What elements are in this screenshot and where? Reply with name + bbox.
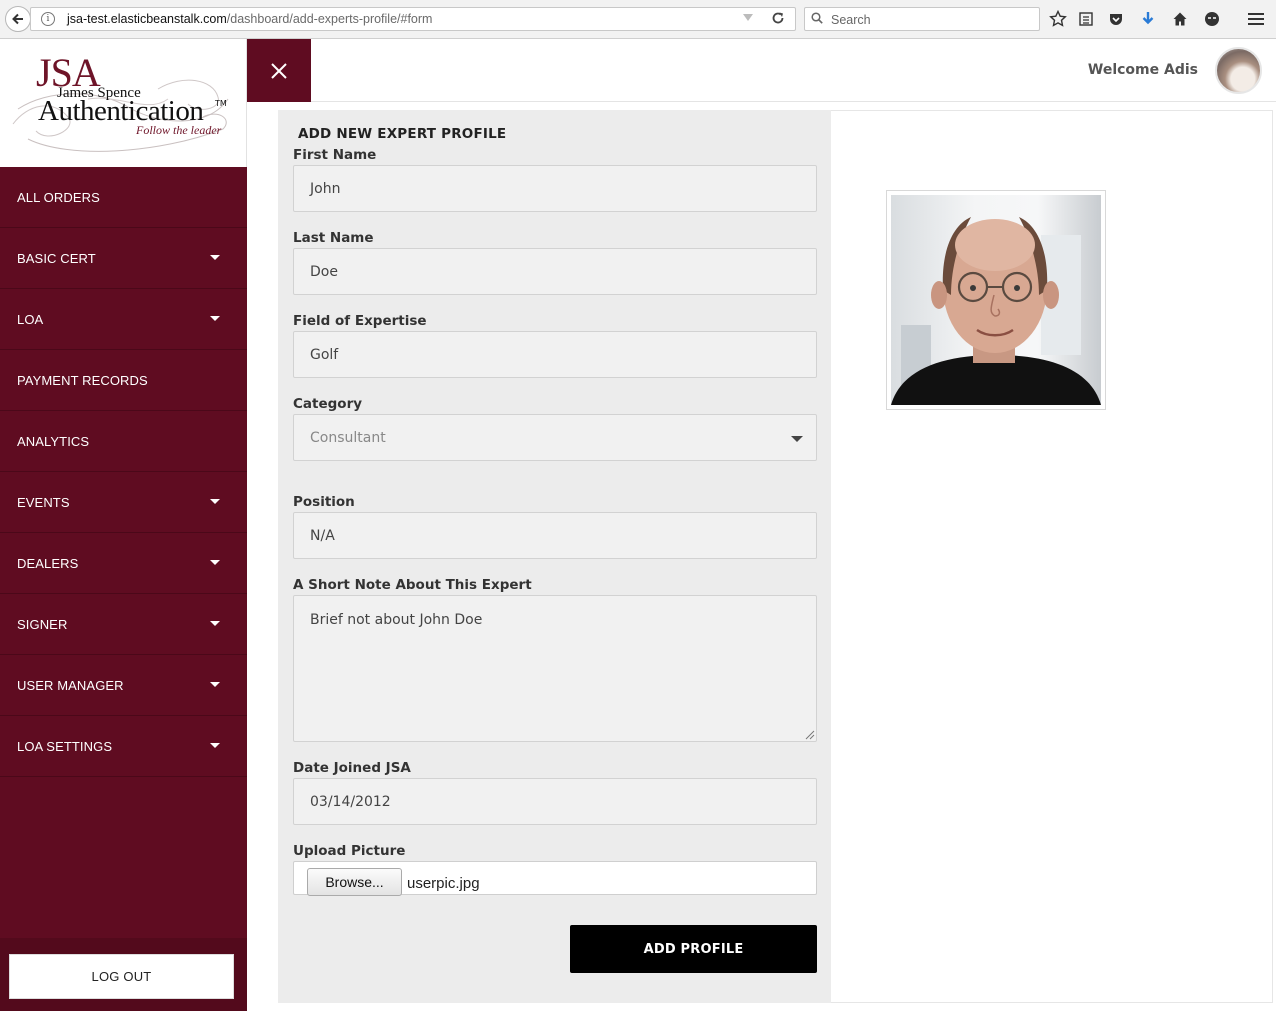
sidebar-item-label: LOA SETTINGS [17, 738, 113, 754]
resize-grip-icon[interactable] [805, 730, 815, 740]
first-name-label: First Name [293, 147, 377, 163]
sidebar-item-user-manager[interactable]: USER MANAGER [0, 655, 247, 716]
caret-down-icon [210, 560, 220, 565]
sidebar-item-label: USER MANAGER [17, 677, 124, 693]
url-bar[interactable]: i jsa-test.elasticbeanstalk.com/dashboar… [30, 7, 796, 31]
profile-photo [891, 195, 1101, 405]
welcome-text: Welcome Adis [1087, 62, 1198, 78]
close-icon [271, 62, 287, 79]
expert-profile-form: ADD NEW EXPERT PROFILE First Name John L… [278, 110, 831, 1003]
browser-toolbar: i jsa-test.elasticbeanstalk.com/dashboar… [0, 0, 1276, 39]
search-icon [811, 12, 823, 24]
caret-down-icon [210, 743, 220, 748]
first-name-value: John [310, 180, 341, 197]
expertise-label: Field of Expertise [293, 313, 427, 329]
download-icon[interactable] [1138, 9, 1158, 29]
date-joined-value: 03/14/2012 [310, 793, 391, 810]
position-label: Position [293, 494, 355, 510]
add-profile-button[interactable]: ADD PROFILE [570, 925, 817, 973]
date-joined-field[interactable]: 03/14/2012 [293, 778, 817, 825]
url-text: jsa-test.elasticbeanstalk.com/dashboard/… [67, 12, 433, 26]
reading-list-icon[interactable] [1076, 9, 1096, 29]
logo-tagline: Follow the leader [136, 123, 222, 137]
sidebar-item-dealers[interactable]: DEALERS [0, 533, 247, 594]
note-textarea[interactable]: Brief not about John Doe [293, 595, 817, 742]
avatar[interactable] [1215, 47, 1262, 94]
portrait-illustration [891, 217, 1101, 405]
sidebar-item-payment-records[interactable]: PAYMENT RECORDS [0, 350, 247, 411]
category-select[interactable]: Consultant [293, 414, 817, 461]
last-name-label: Last Name [293, 230, 374, 246]
logo-tm-mark: TM [215, 99, 227, 108]
sidebar-item-signer[interactable]: SIGNER [0, 594, 247, 655]
sidebar-item-all-orders[interactable]: ALL ORDERS [0, 167, 247, 228]
sidebar-item-analytics[interactable]: ANALYTICS [0, 411, 247, 472]
browser-search-placeholder: Search [831, 13, 871, 27]
browser-search-box[interactable]: Search [804, 7, 1040, 31]
selected-file-name: userpic.jpg [407, 875, 480, 892]
sidebar-item-label: ALL ORDERS [17, 189, 100, 205]
date-joined-label: Date Joined JSA [293, 760, 411, 776]
category-label: Category [293, 396, 363, 412]
hamburger-menu-icon[interactable] [1246, 9, 1266, 29]
last-name-value: Doe [310, 263, 338, 280]
position-field[interactable]: N/A [293, 512, 817, 559]
first-name-field[interactable]: John [293, 165, 817, 212]
sidebar-item-label: LOA [17, 311, 44, 327]
form-title: ADD NEW EXPERT PROFILE [298, 126, 507, 142]
last-name-field[interactable]: Doe [293, 248, 817, 295]
sidebar: JSA James Spence Authentication TM Follo… [0, 39, 247, 1011]
logo-authentication-text: Authentication [38, 95, 204, 127]
bookmark-star-icon[interactable] [1048, 9, 1068, 29]
logout-button[interactable]: LOG OUT [9, 954, 234, 999]
file-upload-input[interactable]: Browse... userpic.jpg [293, 861, 817, 896]
sidebar-item-label: ANALYTICS [17, 433, 90, 449]
sidebar-item-label: EVENTS [17, 494, 70, 510]
note-value: Brief not about John Doe [310, 612, 483, 628]
sidebar-footer: LOG OUT [0, 938, 247, 1011]
back-arrow-icon[interactable] [5, 6, 31, 32]
note-label: A Short Note About This Expert [293, 577, 532, 593]
sidebar-item-events[interactable]: EVENTS [0, 472, 247, 533]
main-content: ADD NEW EXPERT PROFILE First Name John L… [247, 103, 1276, 1011]
jsa-logo[interactable]: JSA James Spence Authentication TM Follo… [0, 39, 247, 167]
expertise-value: Golf [310, 346, 339, 363]
sidebar-item-loa[interactable]: LOA [0, 289, 247, 350]
caret-down-icon [210, 499, 220, 504]
chevron-down-icon [791, 436, 803, 442]
sidebar-item-label: SIGNER [17, 616, 68, 632]
url-dropdown-icon[interactable] [743, 14, 753, 21]
reload-icon[interactable] [771, 11, 785, 29]
caret-down-icon [210, 682, 220, 687]
close-sidebar-button[interactable] [247, 39, 311, 102]
sidebar-item-basic-cert[interactable]: BASIC CERT [0, 228, 247, 289]
home-icon[interactable] [1170, 9, 1190, 29]
expertise-field[interactable]: Golf [293, 331, 817, 378]
position-value: N/A [310, 527, 335, 544]
pocket-icon[interactable] [1106, 9, 1126, 29]
sidebar-item-label: BASIC CERT [17, 250, 96, 266]
sidebar-item-loa-settings[interactable]: LOA SETTINGS [0, 716, 247, 777]
sidebar-item-label: PAYMENT RECORDS [17, 372, 148, 388]
browse-button[interactable]: Browse... [307, 868, 402, 896]
upload-label: Upload Picture [293, 843, 406, 859]
category-value: Consultant [310, 429, 386, 446]
top-header: Welcome Adis [247, 39, 1276, 102]
profile-photo-frame [886, 190, 1106, 410]
extension-face-icon[interactable] [1202, 9, 1222, 29]
caret-down-icon [210, 255, 220, 260]
sidebar-item-label: DEALERS [17, 555, 79, 571]
preview-panel [831, 110, 1273, 1003]
caret-down-icon [210, 621, 220, 626]
sidebar-nav: ALL ORDERS BASIC CERT LOA PAYMENT RECORD… [0, 167, 247, 777]
caret-down-icon [210, 316, 220, 321]
info-icon[interactable]: i [41, 12, 55, 26]
